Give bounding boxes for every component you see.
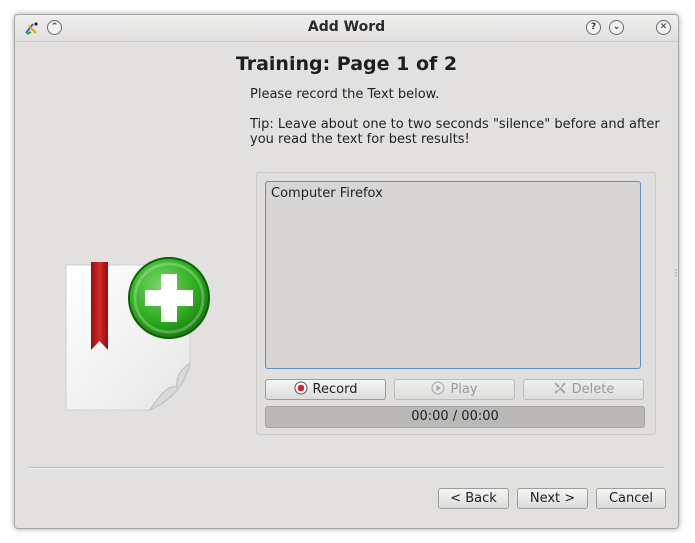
close-icon[interactable]: ✕ xyxy=(656,20,671,35)
add-document-icon xyxy=(65,257,210,412)
resize-grip-icon[interactable] xyxy=(675,268,677,278)
delete-icon xyxy=(553,382,566,394)
recording-progress-bar: 00:00 / 00:00 xyxy=(265,406,645,428)
cancel-button[interactable]: Cancel xyxy=(596,488,666,509)
title-bar[interactable]: ⌃ Add Word ? ⌄ ✕ xyxy=(15,15,678,42)
recording-panel: Computer Firefox Record Play Delete 00:0… xyxy=(256,172,656,435)
minimize-icon[interactable]: ⌄ xyxy=(609,20,624,35)
play-icon xyxy=(431,381,445,395)
page-heading: Training: Page 1 of 2 xyxy=(235,53,458,75)
instruction-text: Please record the Text below. xyxy=(250,87,440,102)
record-button[interactable]: Record xyxy=(265,379,386,400)
add-word-dialog: ⌃ Add Word ? ⌄ ✕ Training: Page 1 of 2 P… xyxy=(14,14,679,529)
delete-label: Delete xyxy=(571,382,615,397)
back-button[interactable]: < Back xyxy=(438,488,509,509)
training-text-area[interactable]: Computer Firefox xyxy=(265,181,641,369)
footer-separator xyxy=(29,467,664,469)
help-icon[interactable]: ? xyxy=(586,20,601,35)
play-button[interactable]: Play xyxy=(394,379,515,400)
delete-button[interactable]: Delete xyxy=(523,379,644,400)
window-title: Add Word xyxy=(307,19,386,35)
play-label: Play xyxy=(450,382,478,397)
next-button[interactable]: Next > xyxy=(517,488,588,509)
tip-text: Tip: Leave about one to two seconds "sil… xyxy=(250,117,660,147)
record-label: Record xyxy=(312,382,358,397)
record-icon xyxy=(294,381,308,395)
